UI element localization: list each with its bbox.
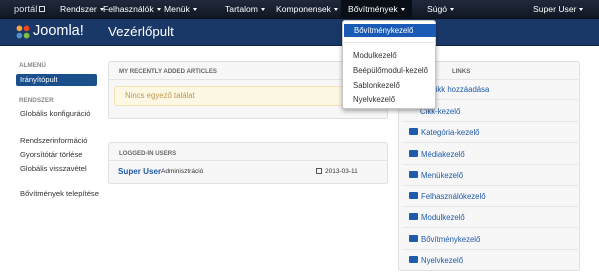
comment-icon: [409, 256, 418, 264]
quicklink-label: Médiakezelő: [421, 150, 465, 159]
menu-felhasznalok[interactable]: Felhasználók: [103, 0, 161, 19]
caret-down-icon: [260, 8, 265, 12]
menu-sugo[interactable]: Súgó: [427, 0, 455, 19]
caret-down-icon: [156, 8, 161, 12]
portal-link[interactable]: portál: [14, 0, 46, 19]
menu-tartalom[interactable]: Tartalom: [225, 0, 265, 19]
quicklink-label: Modulkezelő: [421, 213, 465, 222]
quicklink-user-manager[interactable]: Felhasználókezelő: [409, 192, 486, 202]
joomla-logo-icon: [16, 25, 30, 39]
puzzle-icon: [409, 235, 418, 243]
dropdown-item-language-manager[interactable]: Nyelvkezelő: [353, 95, 395, 104]
sidebar-item-dashboard[interactable]: Irányítópult: [16, 74, 97, 86]
logo-text: Joomla!: [33, 23, 84, 39]
sidebar-link-install-extensions[interactable]: Bővítmények telepítése: [20, 189, 104, 200]
sidebar-section-main: ALMENÜ: [19, 62, 46, 69]
calendar-icon: [316, 168, 322, 174]
menu-komponensek[interactable]: Komponensek: [276, 0, 338, 19]
page-header: Joomla! Vezérlőpult: [0, 19, 599, 46]
caret-down-icon: [579, 8, 584, 12]
sidebar-link-clear-cache[interactable]: Gyorsítótár törlése: [20, 150, 104, 161]
extensions-dropdown: Bővítménykezelő Modulkezelő Beépülőmodul…: [342, 20, 436, 109]
quicklink-add-article[interactable]: Cikk hozzáadása: [430, 85, 489, 95]
list-icon: [409, 171, 418, 179]
menu-label: Menük: [164, 4, 190, 14]
quick-links-divider: [403, 185, 578, 186]
menu-label: Rendszer: [60, 4, 97, 14]
login-date: 2013-03-11: [325, 168, 358, 175]
menu-label: Súgó: [427, 4, 448, 14]
logged-user-link[interactable]: Super User: [118, 167, 161, 176]
quick-links-divider: [403, 206, 578, 207]
cube-icon: [409, 213, 418, 221]
quicklink-media-manager[interactable]: Médiakezelő: [409, 150, 465, 160]
quicklink-label: Bővítménykezelő: [421, 235, 481, 244]
sidebar-section-system: RENDSZER: [19, 97, 54, 104]
panel-divider: [109, 160, 387, 161]
menu-label: Tartalom: [225, 4, 258, 14]
top-navbar: portál Rendszer Felhasználók Menük Tarta…: [0, 0, 599, 19]
user-menu-label: Super User: [533, 4, 577, 14]
dropdown-item-extension-manager[interactable]: Bővítménykezelő: [344, 24, 436, 37]
menu-label: Komponensek: [276, 4, 331, 14]
menu-label: Felhasználók: [103, 4, 154, 14]
sidebar-link-global-config[interactable]: Globális konfiguráció: [20, 109, 104, 120]
portal-label: portál: [14, 4, 38, 14]
logged-in-users-panel: [108, 142, 388, 184]
quicklink-label: Felhasználókezelő: [421, 192, 486, 201]
dropdown-divider: [344, 42, 436, 43]
recent-articles-heading: MY RECENTLY ADDED ARTICLES: [119, 68, 217, 75]
user-menu[interactable]: Super User: [533, 0, 584, 19]
menu-label: Bővítmények: [348, 4, 398, 14]
dropdown-item-module-manager[interactable]: Modulkezelő: [353, 51, 397, 60]
caret-down-icon: [192, 8, 197, 12]
quick-links-divider: [403, 142, 578, 143]
users-icon: [409, 192, 418, 200]
quicklink-extension-manager[interactable]: Bővítménykezelő: [409, 235, 480, 245]
folder-icon: [409, 128, 418, 136]
quicklink-label: Kategória-kezelő: [421, 128, 480, 137]
logged-in-users-heading: LOGGED-IN USERS: [119, 150, 177, 157]
dropdown-item-template-manager[interactable]: Sablonkezelő: [353, 81, 400, 90]
quicklink-menu-manager[interactable]: Menükezelő: [409, 171, 463, 181]
quick-links-divider: [403, 164, 578, 165]
media-icon: [409, 150, 418, 158]
caret-down-icon: [333, 8, 338, 12]
quicklink-label: Menükezelő: [421, 171, 464, 180]
sidebar-link-global-checkin[interactable]: Globális visszavétel: [20, 164, 104, 175]
external-link-icon: [39, 5, 46, 12]
menu-menuk[interactable]: Menük: [164, 0, 197, 19]
quicklink-label: Nyelvkezelő: [421, 256, 464, 265]
quick-links-heading: LINKS: [452, 68, 471, 75]
menu-bovitmenyek[interactable]: Bővítmények: [341, 0, 412, 19]
quicklink-module-manager[interactable]: Modulkezelő: [409, 213, 465, 223]
dropdown-item-plugin-manager[interactable]: Beépülőmodul-kezelő: [353, 66, 428, 75]
logged-user-role: Adminisztráció: [161, 168, 204, 175]
quicklink-category-manager[interactable]: Kategória-kezelő: [409, 128, 480, 138]
quicklink-language-manager[interactable]: Nyelvkezelő: [409, 256, 463, 266]
caret-down-icon: [400, 8, 405, 12]
quick-links-divider: [403, 249, 578, 250]
page-title: Vezérlőpult: [108, 24, 174, 39]
menu-rendszer[interactable]: Rendszer: [60, 0, 104, 19]
quick-links-divider: [403, 227, 578, 228]
quick-links-divider: [403, 121, 578, 122]
caret-down-icon: [450, 8, 455, 12]
sidebar-link-system-info[interactable]: Rendszerinformáció: [20, 136, 104, 147]
quicklink-label: Cikk hozzáadása: [430, 85, 490, 94]
